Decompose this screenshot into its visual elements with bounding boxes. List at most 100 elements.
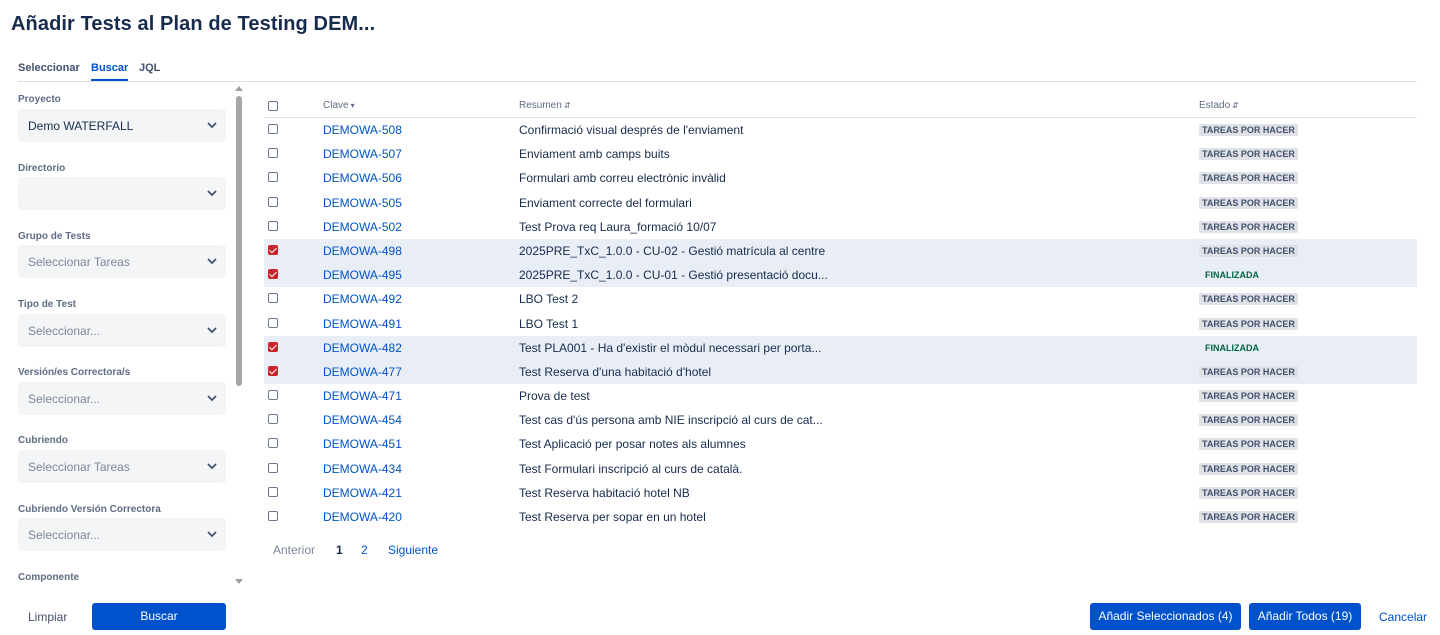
table-row[interactable]: DEMOWA-421 Test Reserva habitació hotel N…	[264, 481, 1417, 505]
tab-jql[interactable]: JQL	[139, 62, 160, 79]
select-cubriendo-version[interactable]: Seleccionar...	[18, 518, 226, 551]
tab-buscar[interactable]: Buscar	[91, 62, 129, 81]
table-row[interactable]: DEMOWA-482 Test PLA001 - Ha d'existir el …	[264, 335, 1417, 360]
status-badge: TAREAS POR HACER	[1199, 196, 1298, 209]
issue-key-link[interactable]: DEMOWA-505	[323, 196, 402, 210]
issue-summary: Test PLA001 - Ha d'existir el mòdul nece…	[519, 340, 822, 355]
row-checkbox[interactable]	[268, 317, 278, 328]
table-row[interactable]: DEMOWA-498 2025PRE_TxC_1.0.0 - CU-02 - Ge…	[264, 238, 1417, 264]
issue-key-link[interactable]: DEMOWA-482	[323, 341, 402, 355]
table-row[interactable]: DEMOWA-507 Enviament amb camps buits TAREA…	[264, 142, 1417, 166]
status-badge: TAREAS POR HACER	[1199, 511, 1298, 523]
select-directorio[interactable]	[18, 177, 226, 210]
chevron-down-icon	[207, 258, 217, 265]
scroll-up-arrow-icon[interactable]	[235, 86, 243, 91]
clear-button[interactable]: Limpiar	[28, 610, 67, 624]
status-badge: TAREAS POR HACER	[1199, 244, 1298, 257]
chevron-down-icon	[207, 190, 217, 197]
search-button[interactable]: Buscar	[92, 603, 226, 630]
row-checkbox[interactable]	[268, 172, 278, 183]
row-checkbox[interactable]	[268, 244, 278, 255]
dialog-title: Añadir Tests al Plan de Testing DEM...	[11, 13, 376, 35]
issue-summary: Prova de test	[519, 389, 590, 404]
issue-key-link[interactable]: DEMOWA-421	[323, 486, 402, 500]
select-cubriendo[interactable]: Seleccionar Tareas	[18, 450, 226, 483]
select-tipo-test[interactable]: Seleccionar...	[18, 314, 226, 347]
row-checkbox[interactable]	[268, 124, 278, 134]
select-proyecto[interactable]: Demo WATERFALL	[18, 109, 226, 142]
row-checkbox[interactable]	[268, 486, 278, 497]
issue-key-link[interactable]: DEMOWA-454	[323, 413, 402, 427]
issue-summary: Confirmació visual després de l'enviamen…	[519, 123, 744, 137]
table-row[interactable]: DEMOWA-477 Test Reserva d'una habitació d…	[264, 359, 1417, 385]
issue-key-link[interactable]: DEMOWA-506	[323, 171, 402, 185]
table-row[interactable]: DEMOWA-451 Test Aplicació per posar notes…	[264, 432, 1417, 456]
sort-desc-icon: ▾	[350, 101, 355, 110]
filter-label-cubriendo: Cubriendo	[18, 435, 68, 446]
row-checkbox[interactable]	[268, 462, 278, 473]
pagination-next[interactable]: Siguiente	[388, 543, 438, 557]
select-grupo-tests[interactable]: Seleccionar Tareas	[18, 245, 226, 278]
issue-key-link[interactable]: DEMOWA-508	[323, 123, 402, 137]
column-header-summary[interactable]: Resumen ⇵	[519, 100, 571, 111]
table-row[interactable]: DEMOWA-471 Prova de test TAREAS POR HACER	[264, 384, 1417, 408]
row-checkbox[interactable]	[268, 148, 278, 159]
table-row[interactable]: DEMOWA-508 Confirmació visual després de …	[264, 118, 1417, 142]
row-checkbox[interactable]	[268, 341, 278, 352]
row-checkbox[interactable]	[268, 438, 278, 449]
row-checkbox[interactable]	[268, 414, 278, 425]
table-row[interactable]: DEMOWA-506 Formulari amb correu electròni…	[264, 166, 1417, 190]
pagination-prev: Anterior	[273, 543, 316, 557]
chevron-down-icon	[207, 327, 217, 334]
row-checkbox[interactable]	[268, 365, 278, 376]
row-checkbox[interactable]	[268, 390, 278, 401]
row-checkbox[interactable]	[268, 511, 278, 521]
issue-key-link[interactable]: DEMOWA-498	[323, 244, 402, 258]
add-selected-button[interactable]: Añadir Seleccionados (4)	[1090, 603, 1241, 630]
cancel-button[interactable]: Cancelar	[1379, 610, 1427, 624]
issue-summary: Test Prova req Laura_formació 10/07	[519, 219, 717, 234]
issue-key-link[interactable]: DEMOWA-492	[323, 292, 402, 306]
add-all-button[interactable]: Añadir Todos (19)	[1249, 603, 1361, 630]
scroll-down-arrow-icon[interactable]	[235, 579, 243, 584]
table-row[interactable]: DEMOWA-420 Test Reserva per sopar en un h…	[264, 505, 1417, 529]
issue-summary: Test Aplicació per posar notes als alumn…	[519, 437, 746, 452]
select-version-correctora[interactable]: Seleccionar...	[18, 382, 226, 415]
issue-key-link[interactable]: DEMOWA-471	[323, 389, 402, 403]
table-row[interactable]: DEMOWA-491 LBO Test 1 TAREAS POR HACER	[264, 312, 1417, 336]
table-row[interactable]: DEMOWA-434 Test Formulari inscripció al c…	[264, 457, 1417, 481]
pagination-page-2[interactable]: 2	[361, 543, 368, 557]
tab-seleccionar[interactable]: Seleccionar	[18, 62, 80, 79]
status-badge: TAREAS POR HACER	[1199, 317, 1298, 330]
column-header-key[interactable]: Clave ▾	[323, 100, 355, 111]
issue-summary: Test Reserva habitació hotel NB	[519, 485, 690, 500]
issue-key-link[interactable]: DEMOWA-451	[323, 437, 402, 451]
filter-scrollbar[interactable]	[235, 86, 243, 584]
issue-key-link[interactable]: DEMOWA-495	[323, 268, 402, 282]
status-badge: TAREAS POR HACER	[1199, 220, 1298, 233]
table-row[interactable]: DEMOWA-454 Test cas d'ús persona amb NIE …	[264, 408, 1417, 432]
issue-key-link[interactable]: DEMOWA-491	[323, 317, 402, 331]
table-row[interactable]: DEMOWA-502 Test Prova req Laura_formació …	[264, 215, 1417, 239]
issue-key-link[interactable]: DEMOWA-507	[323, 147, 402, 161]
issue-summary: Test Formulari inscripció al curs de cat…	[519, 461, 743, 476]
table-row[interactable]: DEMOWA-505 Enviament correcte del formula…	[264, 191, 1417, 215]
row-checkbox[interactable]	[268, 220, 278, 231]
select-placeholder: Seleccionar Tareas	[28, 255, 130, 269]
chevron-down-icon	[207, 395, 217, 402]
status-badge: FINALIZADA	[1205, 342, 1259, 353]
issue-key-link[interactable]: DEMOWA-420	[323, 510, 402, 524]
row-checkbox[interactable]	[268, 293, 278, 304]
issue-key-link[interactable]: DEMOWA-477	[323, 365, 402, 379]
table-row[interactable]: DEMOWA-495 2025PRE_TxC_1.0.0 - CU-01 - Ge…	[264, 263, 1417, 288]
tab-bar: Seleccionar Buscar JQL	[18, 62, 1417, 82]
scrollbar-thumb[interactable]	[236, 96, 242, 386]
row-checkbox[interactable]	[268, 269, 278, 280]
row-checkbox[interactable]	[268, 196, 278, 207]
issue-key-link[interactable]: DEMOWA-434	[323, 462, 402, 476]
issue-key-link[interactable]: DEMOWA-502	[323, 220, 402, 234]
select-all-checkbox[interactable]	[268, 101, 278, 111]
select-placeholder: Seleccionar...	[28, 528, 101, 542]
table-row[interactable]: DEMOWA-492 LBO Test 2 TAREAS POR HACER	[264, 287, 1417, 311]
column-header-status[interactable]: Estado ⇵	[1199, 100, 1239, 111]
